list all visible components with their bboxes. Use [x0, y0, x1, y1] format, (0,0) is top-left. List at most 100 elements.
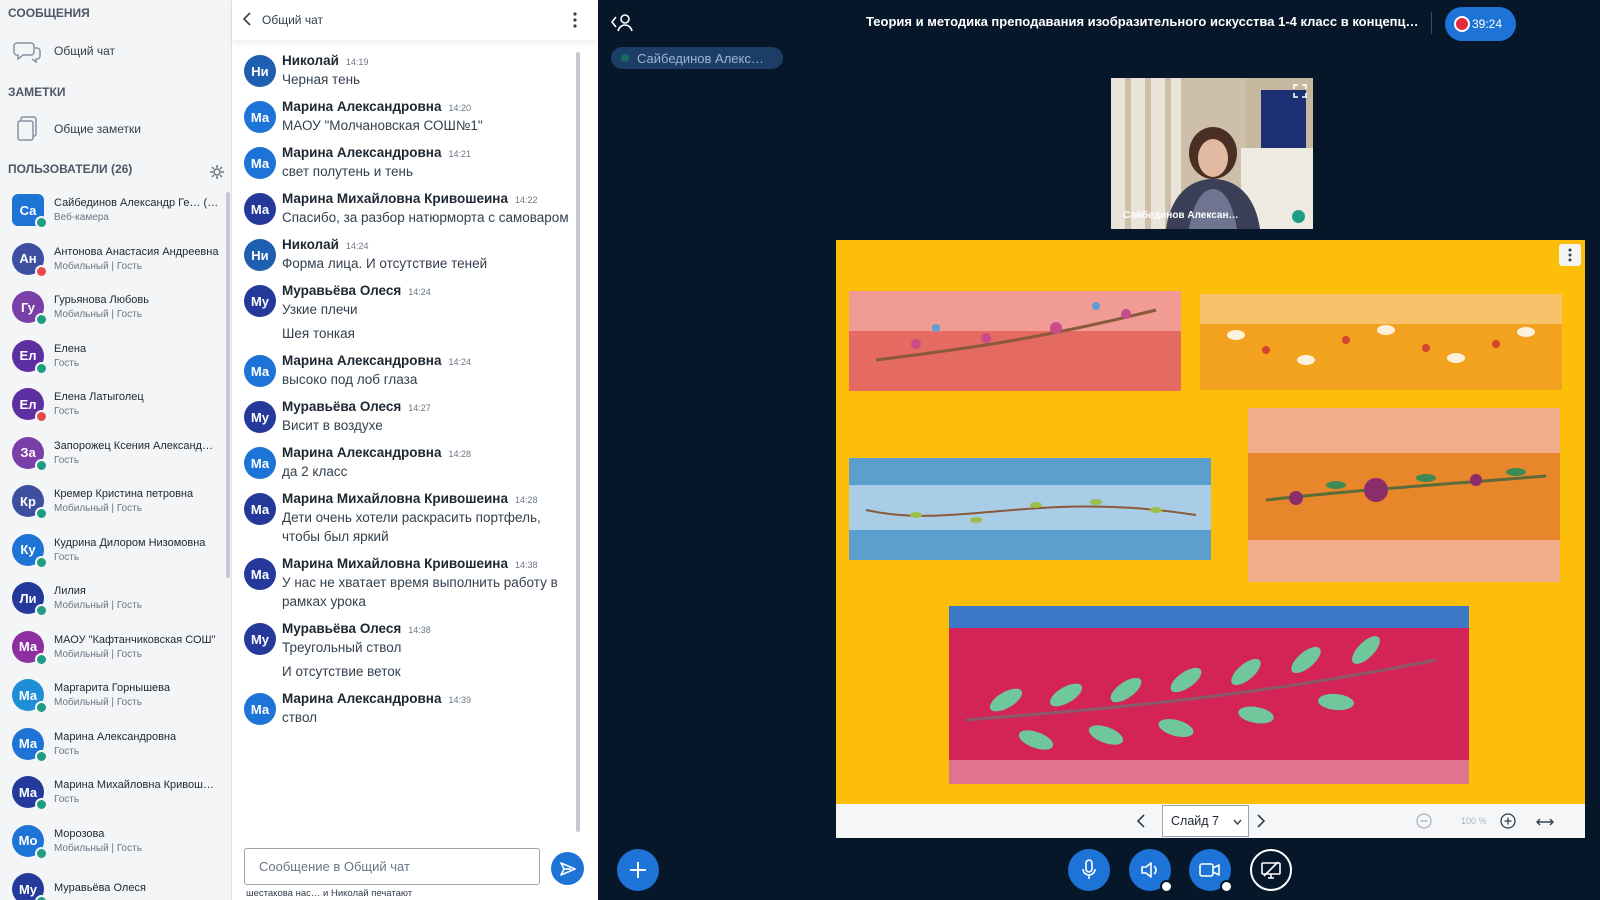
fullscreen-icon[interactable] [1293, 84, 1307, 103]
user-list-item[interactable]: Ел Елена Гость [0, 332, 226, 381]
message-text: ствол [282, 710, 318, 725]
message-text: И отсутствие веток [282, 664, 401, 679]
camera-button[interactable] [1189, 849, 1233, 893]
message-author: Муравьёва Олеся [282, 283, 402, 298]
chat-message: Му Муравьёва Олеся 14:38 Треугольный ствол И… [232, 616, 582, 686]
shared-notes-item[interactable]: Общие заметки [0, 112, 232, 146]
message-time: 14:19 [345, 57, 369, 67]
send-button[interactable] [551, 852, 584, 885]
user-list-item[interactable]: Ел Елена Латыголец Гость [0, 380, 226, 429]
user-role: Мобильный | Гость [54, 842, 142, 854]
user-role: Мобильный | Гость [54, 697, 142, 709]
user-list-item[interactable]: Кр Кремер Кристина петровна Мобильный | Го… [0, 477, 226, 526]
users-scrollbar[interactable] [226, 192, 230, 578]
message-time: 14:27 [408, 403, 431, 413]
gear-icon[interactable] [209, 164, 225, 185]
avatar: Ма [12, 727, 48, 763]
avatar-initials: Ан [19, 251, 37, 267]
toggle-userlist-icon[interactable] [610, 12, 634, 37]
chat-options-icon[interactable] [572, 12, 578, 31]
avatar-initials: Ма [250, 455, 270, 471]
shared-notes-label: Общие заметки [54, 122, 141, 136]
message-author: Муравьёва Олеся [282, 621, 402, 636]
message-text: Форма лица. И отсутствие теней [282, 256, 488, 271]
avatar-initials: Гу [20, 299, 36, 315]
mic-icon [35, 216, 48, 230]
zoom-in-icon[interactable] [1500, 813, 1516, 834]
message-time: 14:24 [408, 287, 431, 297]
user-list-item[interactable]: Ан Антонова Анастасия Андреевна Мобильный … [0, 235, 226, 284]
fit-width-icon[interactable] [1536, 815, 1554, 833]
user-name: Лилия [54, 585, 86, 598]
avatar-initials: Му [250, 293, 270, 309]
user-role: Веб-камера [54, 212, 109, 224]
prev-slide-icon[interactable] [1136, 814, 1146, 833]
meeting-title: Теория и методика преподавания изобразит… [866, 14, 1426, 29]
user-role: Мобильный | Гость [54, 309, 142, 321]
screen-share-button[interactable] [1250, 849, 1292, 891]
user-list-item[interactable]: Ма Марина Александровна Гость [0, 720, 226, 769]
chat-scrollbar[interactable] [576, 52, 580, 832]
slide-select[interactable]: Слайд 7 [1162, 805, 1249, 837]
user-info: Лилия Мобильный | Гость [54, 585, 219, 611]
message-text: свет полутень и тень [282, 164, 414, 179]
user-list-item[interactable]: За Запорожец Ксения Александр… Гость [0, 429, 226, 478]
user-list-item[interactable]: Ма Марина Михайловна Кривоше… Гость [0, 768, 226, 817]
message-body: Марина Александровна 14:39 ствол [282, 691, 582, 727]
slide-options-icon[interactable] [1559, 244, 1581, 266]
message-author: Марина Александровна [282, 99, 442, 114]
camera-settings-icon[interactable] [1220, 880, 1233, 893]
chat-message: Му Муравьёва Олеся 14:27 Висит в воздухе [232, 394, 582, 440]
user-list-item[interactable]: Ли Лилия Мобильный | Гость [0, 574, 226, 623]
webcam-user-name: Сайбединов Алексан… [1123, 210, 1239, 221]
recording-button[interactable]: 39:24 [1445, 7, 1516, 41]
message-text: Треугольный ствол [282, 640, 402, 655]
avatar: Са [12, 194, 48, 230]
user-info: Запорожец Ксения Александр… Гость [54, 440, 219, 466]
message-author: Марина Александровна [282, 691, 442, 706]
chat-message-input[interactable]: Сообщение в Общий чат [244, 848, 540, 885]
user-name: Запорожец Ксения Александр… [54, 439, 219, 452]
public-chat-item[interactable]: Общий чат [0, 34, 232, 68]
user-name: Муравьёва Олеся [54, 881, 146, 894]
user-name: Елена [54, 342, 87, 355]
message-time: 14:38 [514, 560, 538, 570]
message-body: Марина Александровна 14:24 высоко под лоб … [282, 353, 582, 389]
message-text: Спасибо, за разбор натюрморта с самоваро… [282, 210, 569, 225]
mic-icon [35, 652, 48, 666]
audio-button[interactable] [1129, 849, 1173, 893]
mic-icon [35, 458, 48, 472]
mic-muted-icon [35, 264, 48, 278]
microphone-button[interactable] [1068, 849, 1110, 891]
avatar-initials: Ма [250, 155, 270, 171]
message-author: Николай [282, 53, 339, 68]
user-list-item[interactable]: Ма Маргарита Горнышева Мобильный | Гость [0, 671, 226, 720]
avatar-initials: Ма [18, 784, 38, 800]
next-slide-icon[interactable] [1256, 814, 1266, 833]
actions-button[interactable] [617, 849, 659, 891]
user-list-item[interactable]: Му Муравьёва Олеся [0, 865, 226, 900]
avatar-initials: Ел [19, 396, 37, 412]
mic-muted-icon [35, 410, 48, 424]
audio-settings-icon[interactable] [1160, 880, 1173, 893]
painting-orange-flower-branch [1248, 408, 1560, 582]
avatar: Ма [244, 147, 276, 179]
message-body: Муравьёва Олеся 14:38 Треугольный ствол И о… [282, 621, 582, 681]
user-info: Морозова Мобильный | Гость [54, 828, 219, 854]
avatar-initials: Ли [19, 590, 37, 606]
user-list-item[interactable]: Мо Морозова Мобильный | Гость [0, 817, 226, 866]
user-list-item[interactable]: Ма МАОУ "Кафтанчиковская СОШ" Мобильный | … [0, 623, 226, 672]
avatar: Ел [12, 339, 48, 375]
user-list-item[interactable]: Гу Гурьянова Любовь Мобильный | Гость [0, 283, 226, 332]
presenter-pill[interactable]: Сайбединов Алекс… [611, 47, 783, 69]
message-text: высоко под лоб глаза [282, 372, 418, 387]
message-body: Марина Александровна 14:20 МАОУ "Молчановс… [282, 99, 582, 135]
mic-icon [35, 895, 48, 900]
chevron-left-icon[interactable] [242, 11, 252, 29]
webcam-video[interactable]: Сайбединов Алексан… [1111, 78, 1313, 229]
avatar-initials: Ма [250, 201, 270, 217]
zoom-out-icon[interactable] [1416, 813, 1432, 834]
avatar-initials: За [20, 445, 36, 461]
user-list-item[interactable]: Ку Кудрина Дилором Низомовна Гость [0, 526, 226, 575]
user-list-item[interactable]: Са Сайбединов Александр Ге… (Вы) Веб-камер… [0, 186, 226, 235]
